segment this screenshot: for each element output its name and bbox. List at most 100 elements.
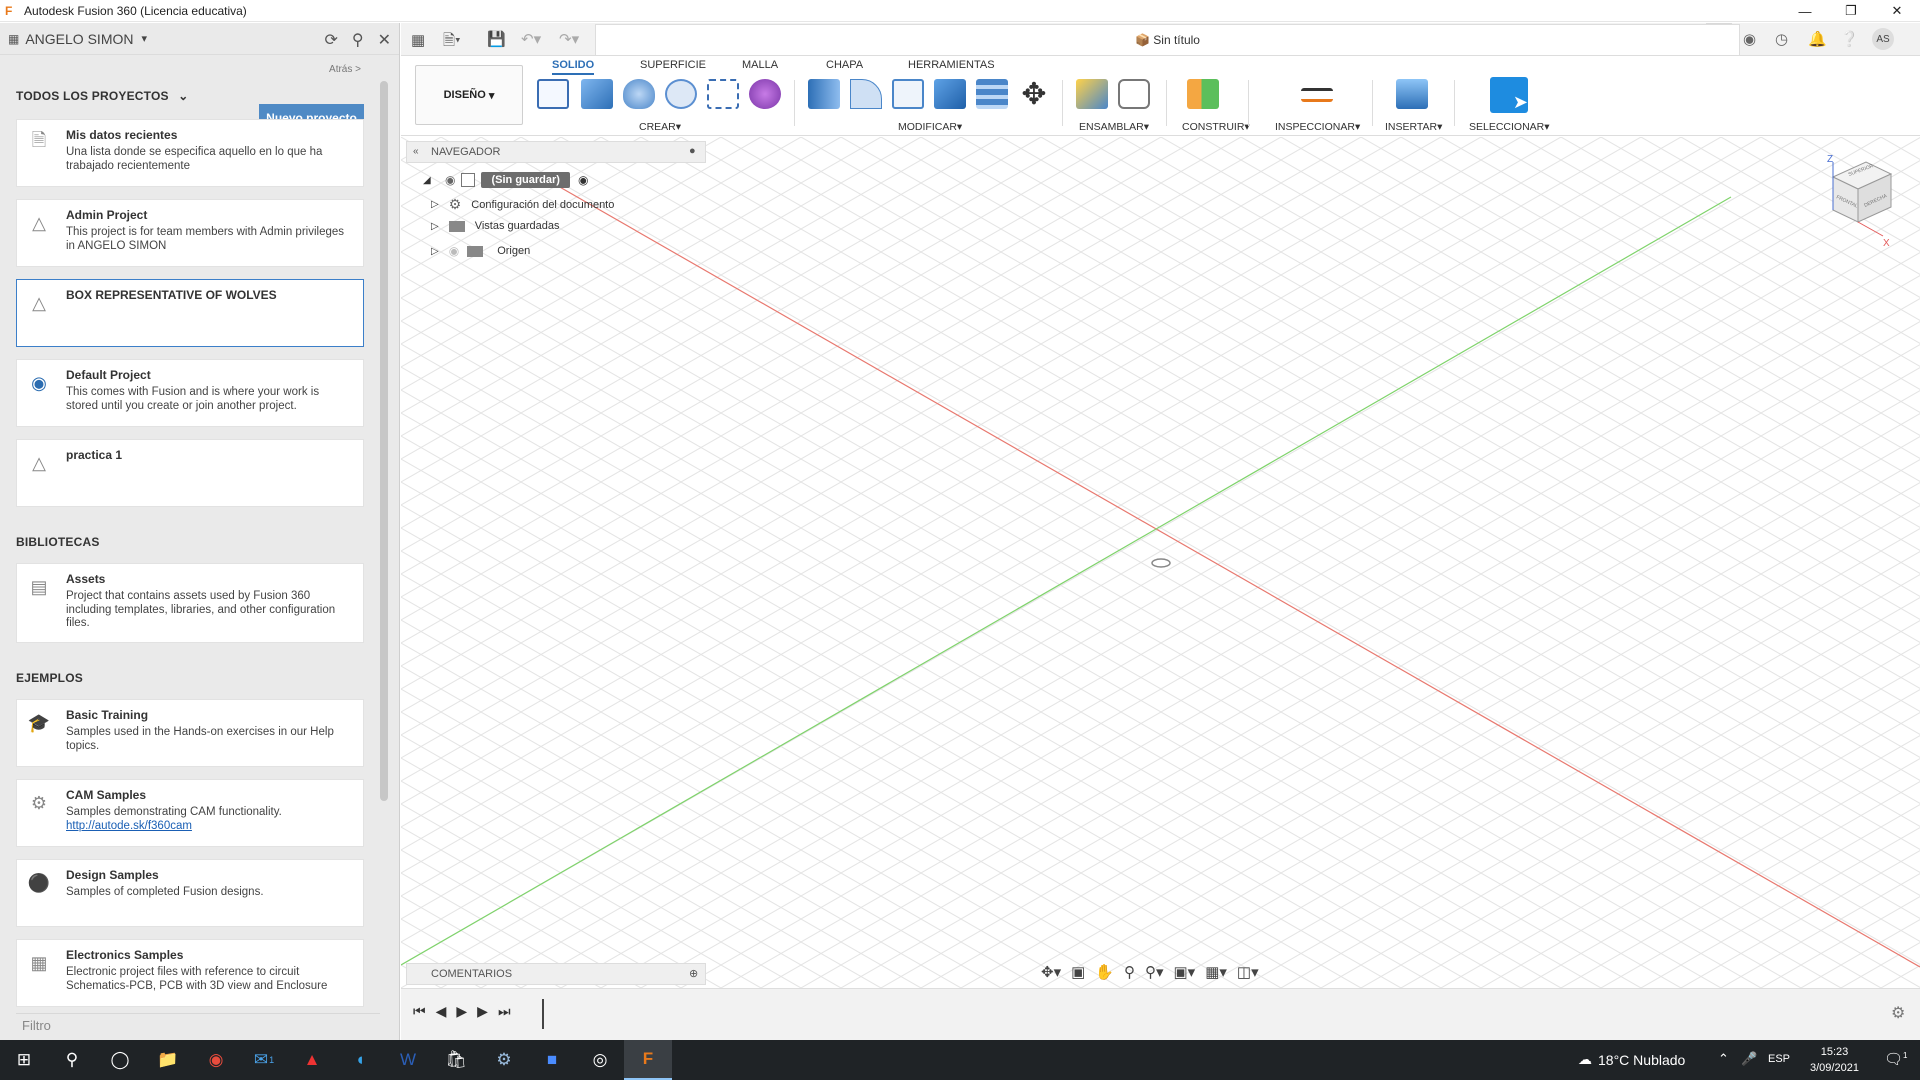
- maximize-button[interactable]: ❐: [1828, 0, 1874, 22]
- fillet-icon[interactable]: [850, 79, 882, 109]
- pan-icon[interactable]: ✋: [1095, 963, 1114, 981]
- back-link[interactable]: Atrás >: [329, 64, 361, 75]
- expand-triangle-icon[interactable]: ◢: [423, 175, 437, 186]
- create-form-icon[interactable]: [749, 79, 781, 109]
- add-comment-icon[interactable]: ⊕: [689, 967, 698, 980]
- fit-icon[interactable]: ⚲▾: [1145, 963, 1164, 981]
- construct-plane-icon[interactable]: [1187, 79, 1219, 109]
- example-card[interactable]: ▦ Electronics Samples Electronic project…: [16, 939, 364, 1007]
- projects-header[interactable]: TODOS LOS PROYECTOS ⌄: [16, 89, 189, 103]
- task-view-icon[interactable]: ◯: [96, 1040, 144, 1080]
- extensions-icon[interactable]: ◉: [1743, 30, 1756, 48]
- search-icon[interactable]: ⚲: [352, 30, 364, 50]
- notifications-icon[interactable]: 🔔: [1808, 30, 1827, 48]
- timeline-marker[interactable]: [542, 999, 544, 1029]
- undo-icon[interactable]: ↶▾: [521, 30, 541, 48]
- language-indicator[interactable]: ESP: [1768, 1053, 1790, 1065]
- microphone-icon[interactable]: 🎤: [1741, 1051, 1757, 1067]
- press-pull-icon[interactable]: [808, 79, 840, 109]
- extrude-icon[interactable]: [581, 79, 613, 109]
- project-card[interactable]: 🗎 Mis datos recientes Una lista donde se…: [16, 119, 364, 187]
- new-component-icon[interactable]: [1076, 79, 1108, 109]
- browser-item-document-settings[interactable]: ▷ ⚙ Configuración del documento: [431, 196, 614, 213]
- insert-group-label[interactable]: INSERTAR▾: [1385, 121, 1442, 133]
- hole-icon[interactable]: [665, 79, 697, 109]
- project-card[interactable]: △ BOX REPRESENTATIVE OF WOLVES: [16, 279, 364, 347]
- browser-toggle-icon[interactable]: ●: [689, 145, 696, 157]
- joint-icon[interactable]: [1118, 79, 1150, 109]
- play-icon[interactable]: ▶: [456, 1003, 467, 1020]
- hidden-eye-icon[interactable]: ◉: [449, 244, 459, 258]
- combine-icon[interactable]: [934, 79, 966, 109]
- close-window-button[interactable]: ✕: [1874, 0, 1920, 22]
- mail-icon[interactable]: ✉ 1: [240, 1040, 288, 1080]
- browser-root-label[interactable]: (Sin guardar): [481, 172, 570, 188]
- user-menu[interactable]: ANGELO SIMON: [25, 31, 133, 47]
- example-card[interactable]: 🎓 Basic Training Samples used in the Han…: [16, 699, 364, 767]
- create-group-label[interactable]: CREAR▾: [639, 121, 681, 133]
- collapse-icon[interactable]: «: [413, 146, 419, 157]
- store-icon[interactable]: 🛍: [432, 1040, 480, 1080]
- app-grid-icon[interactable]: ▦: [411, 31, 425, 49]
- expand-triangle-icon[interactable]: ▷: [431, 199, 439, 210]
- chevron-down-icon[interactable]: ▾: [141, 32, 147, 45]
- file-menu-icon[interactable]: 🗎▾: [443, 30, 461, 55]
- pattern-icon[interactable]: [707, 79, 739, 109]
- weather-widget[interactable]: ☁ 18°C Nublado: [1578, 1051, 1685, 1068]
- zoom-icon[interactable]: ⚲: [1124, 963, 1135, 981]
- viewcube[interactable]: SUPERIOR FRONTAL DERECHA Z X: [1811, 152, 1901, 252]
- grid-settings-icon[interactable]: ▦▾: [1205, 963, 1227, 981]
- start-windows-icon[interactable]: ⊞: [0, 1040, 48, 1080]
- tab-tools[interactable]: HERRAMIENTAS: [908, 59, 995, 71]
- workspace-switcher[interactable]: DISEÑO ▾: [415, 65, 523, 125]
- edge-icon[interactable]: ◖: [336, 1040, 384, 1080]
- project-card[interactable]: ◉ Default Project This comes with Fusion…: [16, 359, 364, 427]
- display-settings-icon[interactable]: ▣▾: [1174, 963, 1196, 981]
- avatar[interactable]: AS: [1872, 28, 1894, 50]
- example-card[interactable]: ⚙ CAM Samples Samples demonstrating CAM …: [16, 779, 364, 847]
- word-icon[interactable]: W: [384, 1040, 432, 1080]
- step-back-icon[interactable]: ◀: [436, 1003, 447, 1020]
- chevron-up-icon[interactable]: ⌃: [1718, 1051, 1729, 1067]
- tab-solid[interactable]: SOLIDO: [552, 59, 595, 75]
- obs-icon[interactable]: ◎: [576, 1040, 624, 1080]
- fusion-taskbar-icon[interactable]: F: [624, 1040, 672, 1080]
- construct-group-label[interactable]: CONSTRUIR▾: [1182, 121, 1250, 133]
- cam-samples-link[interactable]: http://autode.sk/f360cam: [66, 820, 192, 832]
- tab-mesh[interactable]: MALLA: [742, 59, 778, 71]
- measure-icon[interactable]: [1301, 88, 1333, 102]
- browser-root-row[interactable]: ◢ ◉ (Sin guardar) ◉: [423, 172, 588, 188]
- go-to-start-icon[interactable]: ⏮: [413, 1003, 426, 1020]
- filter-input[interactable]: Filtro: [16, 1013, 380, 1037]
- notification-center-icon[interactable]: 🗨1: [1884, 1050, 1908, 1068]
- select-group-label[interactable]: SELECCIONAR▾: [1469, 121, 1550, 133]
- insert-image-icon[interactable]: [1396, 79, 1428, 109]
- data-panel-scrollbar[interactable]: [380, 81, 388, 801]
- job-status-icon[interactable]: ◷: [1775, 30, 1788, 48]
- canvas-viewport[interactable]: SUPERIOR FRONTAL DERECHA Z X « NAVEGADOR…: [401, 137, 1920, 988]
- browser-item-saved-views[interactable]: ▷ Vistas guardadas: [431, 220, 560, 232]
- visibility-eye-icon[interactable]: ◉: [445, 173, 455, 187]
- project-card[interactable]: △ practica 1: [16, 439, 364, 507]
- document-tab[interactable]: 📦 Sin título: [595, 24, 1740, 55]
- move-icon[interactable]: ✥: [1018, 78, 1050, 111]
- tab-sheet-metal[interactable]: CHAPA: [826, 59, 863, 71]
- save-icon[interactable]: 💾: [487, 30, 506, 48]
- create-sketch-icon[interactable]: [537, 79, 569, 109]
- orbit-icon[interactable]: ✥▾: [1041, 963, 1061, 981]
- chrome-icon[interactable]: ◉: [192, 1040, 240, 1080]
- go-to-end-icon[interactable]: ⏭: [498, 1003, 511, 1020]
- example-card[interactable]: ⚫ Design Samples Samples of completed Fu…: [16, 859, 364, 927]
- grid-icon[interactable]: ▦: [8, 32, 19, 46]
- acrobat-icon[interactable]: ▲: [288, 1040, 336, 1080]
- close-panel-icon[interactable]: ✕: [378, 30, 391, 50]
- comments-panel[interactable]: COMENTARIOS ⊕: [406, 963, 706, 985]
- inspect-group-label[interactable]: INSPECCIONAR▾: [1275, 121, 1360, 133]
- modify-group-label[interactable]: MODIFICAR▾: [898, 121, 962, 133]
- help-icon[interactable]: ❔: [1840, 30, 1859, 48]
- expand-triangle-icon[interactable]: ▷: [431, 246, 439, 257]
- steam-icon[interactable]: ⚙: [480, 1040, 528, 1080]
- search-icon[interactable]: ⚲: [48, 1040, 96, 1080]
- browser-panel-header[interactable]: « NAVEGADOR ●: [406, 141, 706, 163]
- project-card[interactable]: △ Admin Project This project is for team…: [16, 199, 364, 267]
